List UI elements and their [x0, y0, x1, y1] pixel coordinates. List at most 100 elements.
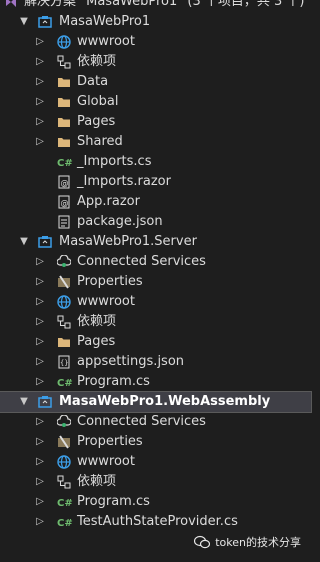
tree-item-program-cs[interactable]: ▷ C# Program.cs: [0, 372, 311, 392]
tree-item-dependencies[interactable]: ▷ 依赖项: [0, 312, 311, 332]
project-node-masawebpro1[interactable]: ▼ MasaWebPro1: [0, 12, 311, 32]
tree-item-properties[interactable]: ▷ Properties: [0, 272, 311, 292]
dependencies-icon: [57, 315, 71, 329]
tree-item-label: Connected Services: [77, 254, 206, 269]
tree-item-imports-razor[interactable]: @ _Imports.razor: [0, 172, 311, 192]
tree-item-connected-services[interactable]: ▷ Connected Services: [0, 252, 311, 272]
globe-icon: [57, 35, 71, 49]
tree-item-folder-shared[interactable]: ▷ Shared: [0, 132, 311, 152]
tree-item-label: Pages: [77, 114, 116, 129]
csharp-file-icon: C#: [57, 155, 73, 169]
tree-item-label: Properties: [77, 274, 143, 289]
svg-text:@: @: [61, 199, 69, 208]
dependencies-icon: [57, 475, 71, 489]
chevron-right-icon[interactable]: ▷: [34, 512, 46, 532]
chevron-right-icon[interactable]: ▷: [34, 492, 46, 512]
tree-item-connected-services[interactable]: ▷ Connected Services: [0, 412, 311, 432]
wechat-icon: [194, 535, 211, 549]
tree-item-label: _Imports.cs: [77, 154, 152, 169]
project-icon: [38, 235, 52, 249]
tree-item-wwwroot[interactable]: ▷ wwwroot: [0, 292, 311, 312]
tree-item-label: Shared: [77, 134, 123, 149]
tree-item-folder-global[interactable]: ▷ Global: [0, 92, 311, 112]
razor-file-icon: @: [57, 175, 71, 189]
chevron-right-icon[interactable]: ▷: [34, 112, 46, 132]
csharp-file-icon: C#: [57, 375, 73, 389]
watermark-text: token的技术分享: [215, 536, 301, 549]
tree-item-wwwroot[interactable]: ▷ wwwroot: [0, 452, 311, 472]
tree-item-folder-pages[interactable]: ▷ Pages: [0, 332, 311, 352]
tree-item-label: wwwroot: [77, 294, 135, 309]
dependencies-icon: [57, 55, 71, 69]
globe-icon: [57, 295, 71, 309]
tree-item-label: appsettings.json: [77, 354, 185, 369]
tree-item-testauthstateprovider-cs[interactable]: ▷ C# TestAuthStateProvider.cs: [0, 512, 311, 532]
csharp-file-icon: C#: [57, 495, 73, 509]
tree-item-imports-cs[interactable]: C# _Imports.cs: [0, 152, 311, 172]
chevron-right-icon[interactable]: ▷: [34, 32, 46, 52]
tree-item-label: App.razor: [77, 194, 140, 209]
tree-item-dependencies[interactable]: ▷ 依赖项: [0, 52, 311, 72]
chevron-right-icon[interactable]: ▷: [34, 352, 46, 372]
tree-item-label: TestAuthStateProvider.cs: [77, 514, 238, 529]
chevron-right-icon[interactable]: ▷: [34, 52, 46, 72]
project-node-masawebpro1-server[interactable]: ▼ MasaWebPro1.Server: [0, 232, 311, 252]
tree-item-label: _Imports.razor: [77, 174, 171, 189]
chevron-right-icon[interactable]: ▷: [34, 412, 46, 432]
svg-text:C#: C#: [57, 498, 73, 509]
chevron-right-icon[interactable]: ▷: [34, 72, 46, 92]
folder-icon: [57, 115, 71, 129]
chevron-right-icon[interactable]: ▷: [34, 292, 46, 312]
chevron-right-icon[interactable]: ▷: [34, 252, 46, 272]
project-icon: [38, 15, 52, 29]
tree-item-label: Program.cs: [77, 494, 150, 509]
tree-item-label: Connected Services: [77, 414, 206, 429]
tree-item-appsettings-json[interactable]: ▷ {} appsettings.json: [0, 352, 311, 372]
tree-item-label: wwwroot: [77, 34, 135, 49]
watermark: token的技术分享: [194, 534, 301, 550]
chevron-right-icon[interactable]: ▷: [34, 472, 46, 492]
properties-icon: [57, 275, 71, 289]
tree-item-package-json[interactable]: package.json: [0, 212, 311, 232]
tree-item-label: Data: [77, 74, 109, 89]
globe-icon: [57, 455, 71, 469]
chevron-right-icon[interactable]: ▷: [34, 92, 46, 112]
chevron-right-icon[interactable]: ▷: [34, 432, 46, 452]
tree-item-wwwroot[interactable]: ▷ wwwroot: [0, 32, 311, 52]
project-label: MasaWebPro1.WebAssembly: [59, 394, 271, 409]
properties-icon: [57, 435, 71, 449]
chevron-right-icon[interactable]: ▷: [34, 452, 46, 472]
tree-item-label: Program.cs: [77, 374, 150, 389]
svg-text:C#: C#: [57, 158, 73, 169]
project-label: MasaWebPro1.Server: [59, 234, 197, 249]
chevron-right-icon[interactable]: ▷: [34, 312, 46, 332]
chevron-right-icon[interactable]: ▷: [34, 132, 46, 152]
tree-item-label: Global: [77, 94, 119, 109]
chevron-right-icon[interactable]: ▷: [34, 372, 46, 392]
chevron-down-icon[interactable]: ▼: [18, 392, 30, 412]
tree-item-label: package.json: [77, 214, 163, 229]
chevron-right-icon[interactable]: ▷: [34, 332, 46, 352]
tree-item-folder-pages[interactable]: ▷ Pages: [0, 112, 311, 132]
tree-item-properties[interactable]: ▷ Properties: [0, 432, 311, 452]
project-label: MasaWebPro1: [59, 14, 151, 29]
folder-icon: [57, 135, 71, 149]
chevron-down-icon[interactable]: ▼: [18, 232, 30, 252]
tree-item-program-cs[interactable]: ▷ C# Program.cs: [0, 492, 311, 512]
solution-node[interactable]: 解决方案 "MasaWebPro1" (3 个项目，共 3 个): [0, 0, 311, 12]
csharp-file-icon: C#: [57, 515, 73, 529]
tree-item-app-razor[interactable]: @ App.razor: [0, 192, 311, 212]
solution-explorer-tree: 解决方案 "MasaWebPro1" (3 个项目，共 3 个) ▼ MasaW…: [0, 0, 312, 532]
folder-icon: [57, 335, 71, 349]
tree-item-folder-data[interactable]: ▷ Data: [0, 72, 311, 92]
solution-label: 解决方案 "MasaWebPro1" (3 个项目，共 3 个): [24, 0, 305, 9]
svg-text:{}: {}: [60, 359, 68, 367]
folder-icon: [57, 95, 71, 109]
project-node-masawebpro1-webassembly[interactable]: ▼ MasaWebPro1.WebAssembly: [0, 391, 312, 413]
tree-item-label: wwwroot: [77, 454, 135, 469]
chevron-down-icon[interactable]: ▼: [18, 12, 30, 32]
tree-item-label: 依赖项: [77, 314, 117, 329]
tree-item-dependencies[interactable]: ▷ 依赖项: [0, 472, 311, 492]
razor-file-icon: @: [57, 195, 71, 209]
chevron-right-icon[interactable]: ▷: [34, 272, 46, 292]
